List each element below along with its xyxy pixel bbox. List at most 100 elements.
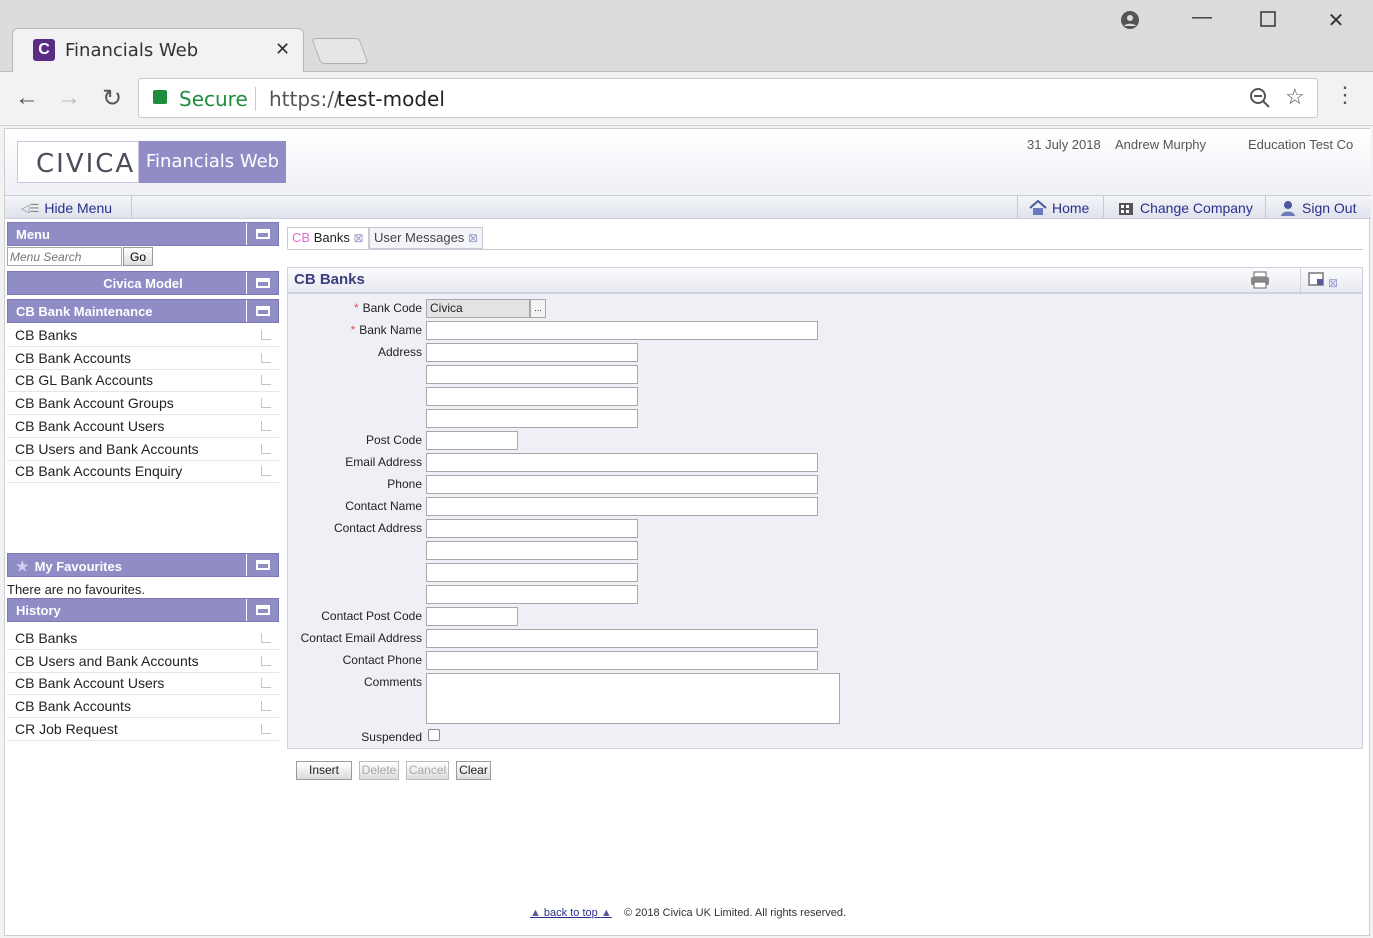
post-code-field[interactable] xyxy=(426,431,518,450)
menu-item[interactable]: CB Bank Accounts Enquiry xyxy=(7,460,279,484)
address-line-2-field[interactable] xyxy=(426,365,638,384)
open-window-icon[interactable] xyxy=(261,723,271,734)
suspended-checkbox[interactable] xyxy=(428,729,440,741)
url-scheme: https:// xyxy=(269,87,341,111)
bank-name-field[interactable] xyxy=(426,321,818,340)
tab-close-icon[interactable]: ⊠ xyxy=(468,231,478,245)
minimize-icon[interactable]: — xyxy=(1182,6,1222,29)
header-user: Andrew Murphy xyxy=(1115,137,1207,152)
history-item[interactable]: CB Bank Accounts xyxy=(7,695,279,719)
address-line-4-field[interactable] xyxy=(426,409,638,428)
address-line-1-field[interactable] xyxy=(426,343,638,362)
bar-separator xyxy=(1103,196,1104,218)
clear-button[interactable]: Clear xyxy=(456,761,491,780)
tab-cb-banks[interactable]: CB Banks ⊠ xyxy=(287,227,369,249)
contact-address-line-4-field[interactable] xyxy=(426,585,638,604)
bank-code-field[interactable]: Civica xyxy=(426,299,530,318)
open-window-icon[interactable] xyxy=(261,701,271,712)
history-item[interactable]: CB Banks xyxy=(7,627,279,650)
history-minimize-icon[interactable] xyxy=(246,599,278,621)
tab-user-messages[interactable]: User Messages ⊠ xyxy=(369,227,483,249)
post-code-label: Post Code xyxy=(365,433,422,447)
open-window-icon[interactable] xyxy=(261,655,271,666)
email-field[interactable] xyxy=(426,453,818,472)
back-to-top-link[interactable]: ▲ back to top ▲ xyxy=(530,907,612,919)
history-item[interactable]: CR Job Request xyxy=(7,718,279,741)
open-window-icon[interactable] xyxy=(261,443,271,454)
model-header: Civica Model xyxy=(7,271,279,295)
menu-item[interactable]: CB Bank Account Users xyxy=(7,415,279,438)
address-label: Address xyxy=(377,345,422,359)
address-line-3-field[interactable] xyxy=(426,387,638,406)
delete-button[interactable]: Delete xyxy=(359,761,399,780)
home-icon xyxy=(1029,200,1047,215)
menu-item[interactable]: CB GL Bank Accounts xyxy=(7,369,279,393)
browser-tab[interactable]: C Financials Web ✕ xyxy=(12,28,304,72)
contact-address-line-3-field[interactable] xyxy=(426,563,638,582)
section-header[interactable]: CB Bank Maintenance xyxy=(7,299,279,323)
action-bar: ◁☰ Hide Menu Home Change Company Sign Ou… xyxy=(5,195,1371,219)
tab-close-icon[interactable]: ✕ xyxy=(275,39,290,60)
menu-search-input[interactable] xyxy=(7,247,122,266)
zoom-icon[interactable] xyxy=(1249,87,1271,112)
phone-label: Phone xyxy=(387,477,422,491)
home-link[interactable]: Home xyxy=(1029,200,1089,216)
menu-item[interactable]: CB Banks xyxy=(7,324,279,347)
open-window-icon[interactable] xyxy=(261,678,271,689)
browser-menu-icon[interactable]: ⋮ xyxy=(1334,82,1356,108)
insert-button[interactable]: Insert xyxy=(296,761,352,780)
address-bar[interactable]: Secure https:// test-model ☆ xyxy=(138,78,1318,118)
open-window-icon[interactable] xyxy=(261,375,271,386)
open-window-icon[interactable] xyxy=(261,633,271,643)
maximize-icon[interactable] xyxy=(1248,10,1288,33)
open-window-icon[interactable] xyxy=(261,352,271,363)
forward-arrow-icon[interactable]: → xyxy=(54,84,84,112)
contact-email-field[interactable] xyxy=(426,629,818,648)
open-window-icon[interactable] xyxy=(261,466,271,477)
hide-menu-link[interactable]: ◁☰ Hide Menu xyxy=(21,200,112,216)
model-minimize-icon[interactable] xyxy=(246,272,278,294)
contact-name-label: Contact Name xyxy=(345,499,422,513)
contact-name-field[interactable] xyxy=(426,497,818,516)
reload-icon[interactable]: ↻ xyxy=(97,84,127,113)
bar-separator xyxy=(1265,196,1266,218)
cancel-button[interactable]: Cancel xyxy=(406,761,449,780)
contact-address-label: Contact Address xyxy=(333,521,422,535)
profile-icon[interactable] xyxy=(1110,10,1150,36)
contact-address-line-1-field[interactable] xyxy=(426,519,638,538)
bank-name-label: * Bank Name xyxy=(350,323,422,337)
sign-out-link[interactable]: Sign Out xyxy=(1279,200,1356,216)
email-label: Email Address xyxy=(345,455,422,469)
new-tab-button[interactable] xyxy=(311,38,369,64)
star-icon: ★ xyxy=(16,558,29,574)
back-arrow-icon[interactable]: ← xyxy=(12,84,42,112)
history-item[interactable]: CB Bank Account Users xyxy=(7,672,279,696)
menu-item[interactable]: CB Bank Accounts xyxy=(7,347,279,370)
bank-code-lookup-button[interactable]: ... xyxy=(530,299,546,318)
contact-phone-field[interactable] xyxy=(426,651,818,670)
window-close-icon[interactable]: ✕ xyxy=(1316,8,1356,33)
favourites-minimize-icon[interactable] xyxy=(246,554,278,576)
contact-address-line-2-field[interactable] xyxy=(426,541,638,560)
open-window-icon[interactable] xyxy=(261,330,271,340)
tab-close-icon[interactable]: ⊠ xyxy=(353,231,363,245)
phone-field[interactable] xyxy=(426,475,818,494)
menu-item[interactable]: CB Users and Bank Accounts xyxy=(7,438,279,461)
section-up-icon[interactable] xyxy=(246,300,278,322)
comments-label: Comments xyxy=(363,675,422,689)
menu-search-go-button[interactable]: Go xyxy=(123,247,153,266)
panel-close-icon[interactable]: ⊠ xyxy=(1328,271,1338,295)
secure-label: Secure xyxy=(179,87,248,111)
page: CIVICA Financials Web 31 July 2018 Andre… xyxy=(4,128,1371,936)
menu-item[interactable]: CB Bank Account Groups xyxy=(7,392,279,416)
menu-minimize-icon[interactable] xyxy=(246,223,278,245)
contact-post-code-field[interactable] xyxy=(426,607,518,626)
change-company-link[interactable]: Change Company xyxy=(1117,200,1253,216)
open-window-icon[interactable] xyxy=(261,420,271,431)
history-item[interactable]: CB Users and Bank Accounts xyxy=(7,650,279,673)
open-window-icon[interactable] xyxy=(261,398,271,409)
comments-textarea[interactable] xyxy=(426,673,840,724)
hide-menu-icon: ◁☰ xyxy=(21,202,40,215)
panel-separator xyxy=(1300,268,1301,292)
bookmark-star-icon[interactable]: ☆ xyxy=(1285,84,1305,110)
